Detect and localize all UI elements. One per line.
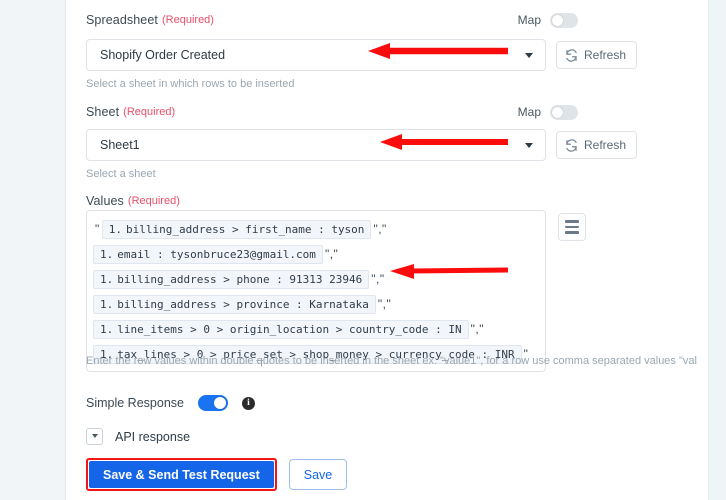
toggle-knob [213,397,226,409]
chevron-down-icon [525,52,533,58]
form-content: Spreadsheet (Required) Map Shopify Order… [67,0,708,500]
sheet-select[interactable]: Sheet1 [86,129,546,161]
value-token-chip[interactable]: 1. billing_address > first_name : tyson [101,219,372,239]
values-required-tag: (Required) [127,195,180,207]
sheet-refresh-label: Refresh [584,138,627,152]
form-actions: Save & Send Test Request Save [86,458,348,491]
hamburger-icon-bar [565,231,579,234]
spreadsheet-map-label: Map [517,13,541,27]
refresh-icon [566,138,577,152]
values-helper-text: Enter the row values within double quote… [86,355,698,367]
api-response-row: API response [86,428,190,445]
values-editor[interactable]: " 1. billing_address > first_name : tyson "… [86,210,546,372]
chevron-down-icon [525,142,533,148]
sheet-helper-text: Select a sheet [86,168,156,180]
value-token-index: 1. [108,222,123,236]
value-token-path: billing_address > province : Karnataka [117,297,369,311]
app-root: Spreadsheet (Required) Map Shopify Order… [0,0,726,500]
sheet-map-toggle[interactable] [550,104,578,120]
value-token-chip[interactable]: 1. billing_address > phone : 91313 23946 [93,269,370,289]
toggle-knob [552,106,563,118]
sheet-required-tag: (Required) [123,106,176,118]
value-trail-quote: "," [377,297,392,311]
value-token-index: 1. [100,247,114,261]
spreadsheet-required-tag: (Required) [162,14,214,26]
values-label-row: Values (Required) [86,194,686,208]
spreadsheet-refresh-label: Refresh [584,48,627,62]
simple-response-row: Simple Response i [86,395,255,411]
sheet-label-row: Sheet (Required) Map [86,104,686,120]
value-lead-quote: " [95,222,100,236]
spreadsheet-map-group: Map [517,12,578,28]
spreadsheet-refresh-button[interactable]: Refresh [556,41,638,69]
value-trail-quote: "," [373,222,387,236]
save-button[interactable]: Save [288,459,348,490]
value-token-index: 1. [100,322,114,336]
spreadsheet-label: Spreadsheet [86,13,158,27]
value-token-path: billing_address > first_name : tyson [126,222,365,236]
spreadsheet-select[interactable]: Shopify Order Created [86,39,546,71]
left-panel [0,0,66,500]
value-row[interactable]: 1. email : tysonbruce23@gmail.com "," [93,244,539,264]
sheet-refresh-button[interactable]: Refresh [556,131,638,159]
value-trail-quote: "," [324,247,339,261]
value-token-index: 1. [100,272,114,286]
refresh-icon [566,48,577,62]
hamburger-icon-bar [565,220,579,223]
value-trail-quote: "," [470,322,484,336]
simple-response-label: Simple Response [86,396,184,410]
toggle-knob [552,14,563,26]
value-token-index: 1. [100,297,114,311]
value-token-chip[interactable]: 1. billing_address > province : Karnataka [93,294,376,314]
api-response-label: API response [115,429,191,444]
value-token-chip[interactable]: 1. line_items > 0 > origin_location > cou… [93,319,469,339]
sheet-select-row: Sheet1 Refresh [86,129,638,161]
info-icon[interactable]: i [241,396,255,410]
value-row[interactable]: " 1. billing_address > first_name : tyson "… [93,219,539,239]
sheet-label: Sheet [86,105,120,119]
value-row[interactable]: 1. line_items > 0 > origin_location > cou… [93,319,539,339]
value-row[interactable]: 1. billing_address > province : Karnataka… [93,294,539,314]
primary-button-highlight: Save & Send Test Request [86,458,277,491]
value-token-chip[interactable]: 1. email : tysonbruce23@gmail.com [93,244,323,264]
spreadsheet-select-value: Shopify Order Created [100,48,226,62]
spreadsheet-label-row: Spreadsheet (Required) Map [86,12,686,28]
sheet-map-label: Map [517,105,541,119]
save-and-send-test-request-button[interactable]: Save & Send Test Request [89,461,274,488]
value-token-path: billing_address > phone : 91313 23946 [117,272,363,286]
simple-response-toggle[interactable] [197,395,228,411]
sheet-map-group: Map [517,104,578,120]
spreadsheet-helper-text: Select a sheet in which rows to be inser… [86,78,295,90]
hamburger-icon-bar [565,225,579,229]
value-trail-quote: "," [371,272,385,286]
spreadsheet-map-toggle[interactable] [550,12,578,28]
api-response-expand-icon[interactable] [86,428,103,445]
values-menu-button[interactable] [558,213,586,241]
values-label: Values [86,194,124,208]
value-token-path: line_items > 0 > origin_location > count… [117,322,462,336]
sheet-select-value: Sheet1 [100,138,140,152]
value-token-path: email : tysonbruce23@gmail.com [117,247,316,261]
value-row[interactable]: 1. billing_address > phone : 91313 23946 "… [93,269,539,289]
spreadsheet-select-row: Shopify Order Created Refresh [86,39,638,71]
right-panel [708,0,726,500]
